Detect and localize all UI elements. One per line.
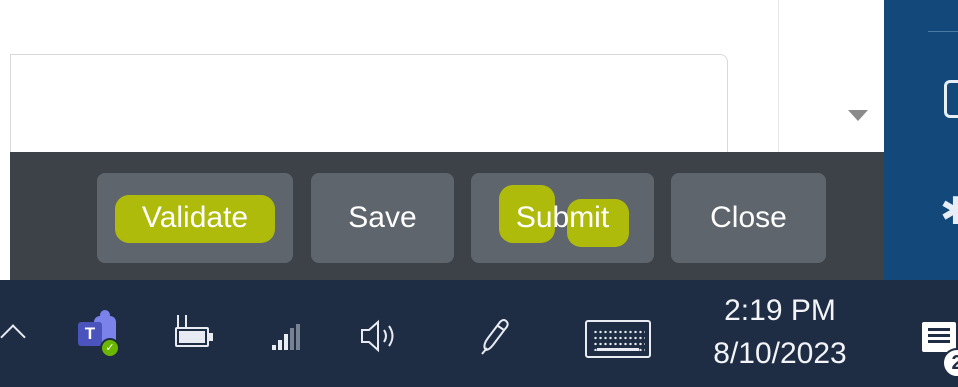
- chevron-up-icon[interactable]: [0, 324, 26, 350]
- signal-icon[interactable]: [272, 324, 302, 350]
- notification-badge: 2: [942, 348, 958, 378]
- clock-time: 2:19 PM: [724, 294, 836, 327]
- teams-icon[interactable]: T ✓: [78, 310, 124, 358]
- form-area: [0, 0, 884, 154]
- square-icon[interactable]: [944, 80, 958, 118]
- close-button-label: Close: [710, 201, 787, 234]
- side-panel-divider: [928, 31, 958, 32]
- submit-button-label: Submit: [515, 201, 610, 234]
- validate-button-label: Validate: [141, 201, 249, 234]
- taskbar: T ✓ 2:19 PM 8/10/2023 2: [0, 280, 958, 387]
- text-input-field[interactable]: [10, 54, 728, 154]
- action-button-bar: Validate Save Submit Close: [10, 152, 884, 280]
- validate-button[interactable]: Validate: [97, 173, 293, 263]
- side-panel: [884, 0, 958, 280]
- volume-icon[interactable]: [360, 318, 406, 354]
- clock-date: 8/10/2023: [713, 337, 847, 370]
- column-divider: [778, 0, 779, 152]
- chevron-down-icon[interactable]: [848, 110, 868, 121]
- save-button-label: Save: [348, 201, 417, 234]
- touch-keyboard-icon[interactable]: [585, 320, 651, 358]
- left-strip: [0, 152, 10, 280]
- close-button[interactable]: Close: [671, 173, 826, 263]
- submit-button[interactable]: Submit: [471, 173, 654, 263]
- save-button[interactable]: Save: [311, 173, 454, 263]
- clock[interactable]: 2:19 PM 8/10/2023: [690, 290, 870, 376]
- puzzle-icon[interactable]: ✱: [940, 192, 958, 230]
- notification-icon[interactable]: 2: [922, 322, 958, 378]
- battery-charging-icon[interactable]: [175, 315, 213, 347]
- pen-icon[interactable]: [478, 316, 512, 364]
